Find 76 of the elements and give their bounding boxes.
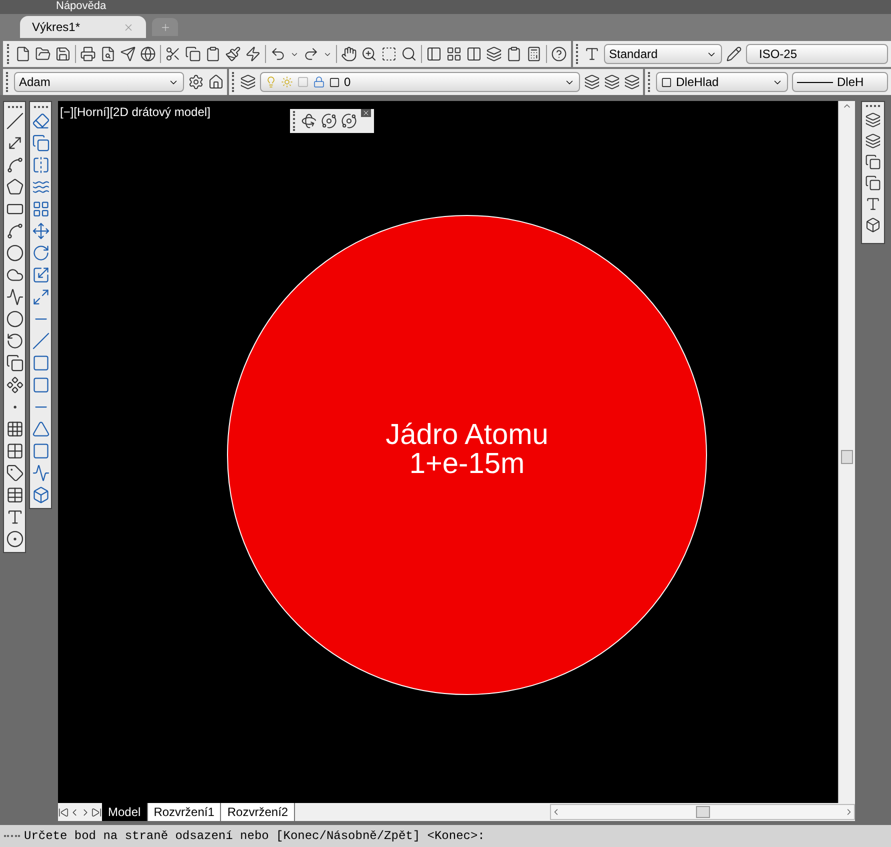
vertical-scrollbar[interactable] [838,101,855,803]
zoom-window-icon[interactable] [381,46,397,62]
eraser-icon[interactable] [32,112,50,130]
printer-icon[interactable] [80,46,96,62]
orbit-icon[interactable] [301,113,317,129]
color-dropdown[interactable]: DleHlad [656,72,788,92]
save-icon[interactable] [55,46,71,62]
layer-dropdown[interactable]: 0 [260,72,580,92]
rotate-icon[interactable] [32,244,50,262]
table-icon[interactable] [6,486,24,504]
menu-item[interactable]: Nápověda [56,0,106,14]
paste-icon[interactable] [205,46,221,62]
search-icon[interactable] [401,46,417,62]
drawing-canvas[interactable]: [−][Horní][2D drátový model] Jádro Atomu 1+e-15m [58,101,838,803]
toolbar-grip[interactable] [6,72,10,92]
copy-icon[interactable] [185,46,201,62]
globe-icon[interactable] [140,46,156,62]
workspace-dropdown[interactable]: Adam [14,72,184,92]
color-square-icon[interactable] [661,76,672,88]
scale-icon[interactable] [32,266,50,284]
line-icon[interactable] [6,112,24,130]
last-icon[interactable] [91,806,102,818]
folder-icon[interactable] [35,46,51,62]
copy-icon[interactable] [32,134,50,152]
stretch-icon[interactable] [32,288,50,306]
cut-icon[interactable] [165,46,181,62]
lightning-icon[interactable] [245,46,261,62]
layers-icon[interactable] [486,46,502,62]
text-icon[interactable] [6,508,24,526]
color-square-icon[interactable] [329,76,340,88]
dimension-style-dropdown[interactable]: ISO-25 [746,44,888,64]
new-file-icon[interactable] [15,46,31,62]
horizontal-scrollbar[interactable] [550,804,855,820]
linetype-dropdown[interactable]: DleH [792,72,888,92]
columns-icon[interactable] [466,46,482,62]
layout-tab[interactable]: Rozvržení2 [221,803,296,821]
array-icon[interactable] [32,200,50,218]
grid-icon[interactable] [446,46,462,62]
toolbar-grip[interactable] [7,44,11,64]
orbit-icon[interactable] [321,113,337,129]
viewport-label[interactable]: [−][Horní][2D drátový model] [60,103,210,121]
spline-icon[interactable] [6,288,24,306]
drawing-text: 1+e-15m [409,450,525,479]
hand-icon[interactable] [341,46,357,62]
scroll-thumb[interactable] [841,450,853,464]
redo-icon[interactable] [303,46,319,62]
toolbar-grip[interactable] [576,44,580,64]
first-icon[interactable] [58,806,69,818]
layer-properties-icon[interactable] [240,74,256,90]
preview-icon[interactable] [100,46,116,62]
text-style-dropdown[interactable]: Standard [604,44,722,64]
paintbrush-icon[interactable] [225,46,241,62]
help-icon[interactable] [551,46,567,62]
mirror-icon[interactable] [32,156,50,174]
calculator-icon[interactable] [526,46,542,62]
toolbar-grip[interactable] [232,72,236,92]
circle-icon[interactable] [6,244,24,262]
zoom-icon[interactable] [361,46,377,62]
scroll-thumb[interactable] [696,806,710,818]
toolbar-grip[interactable] [648,72,652,92]
move-icon[interactable] [32,222,50,240]
drawing-text: Jádro Atomu [386,421,548,450]
document-tab[interactable]: Výkres1* [20,16,146,38]
toolbar-grip[interactable] [293,111,297,131]
arc-icon[interactable] [6,222,24,240]
layout-tab[interactable]: Model [102,803,148,821]
orbit-icon[interactable] [341,113,357,129]
cloud-icon[interactable] [6,266,24,284]
gear-icon[interactable] [188,74,204,90]
publish-icon[interactable] [120,46,136,62]
polyline-icon[interactable] [6,156,24,174]
lock-icon[interactable] [313,76,325,88]
undo-icon[interactable] [270,46,286,62]
layout-tab[interactable]: Rozvržení1 [148,803,222,821]
text-style-icon[interactable] [584,46,600,62]
pentagon-icon[interactable] [6,178,24,196]
